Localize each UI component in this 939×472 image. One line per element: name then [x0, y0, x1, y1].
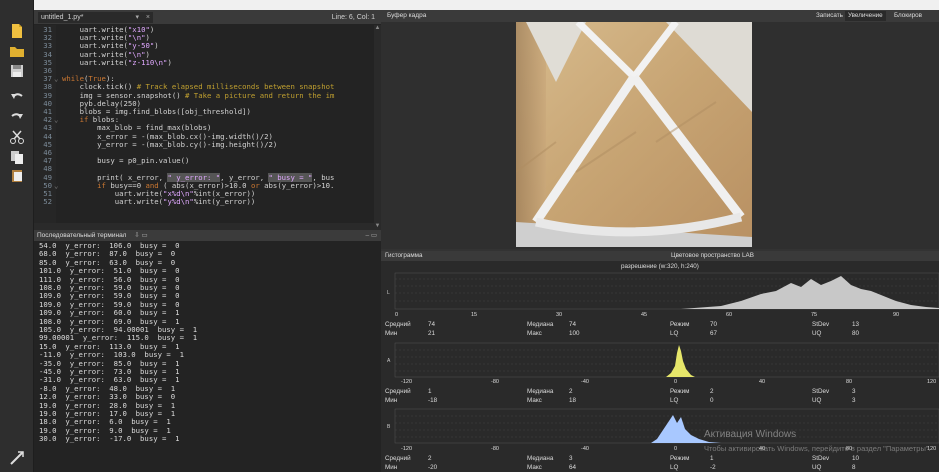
editor-tabbar: untitled_1.py* ▾ × Line: 6, Col: 1 [34, 10, 381, 24]
title-strip [0, 0, 939, 10]
l-channel-histogram: L 0 15 30 45 60 75 90 [387, 272, 939, 318]
l-tick: 60 [726, 312, 732, 318]
file-tab[interactable]: untitled_1.py* ▾ × [38, 12, 153, 23]
code-line[interactable]: 52 uart.write("y%d\n"%int(y_error)) [34, 197, 374, 207]
code-line[interactable]: 45 y_error = -(max_blob.cy()-img.height(… [34, 139, 374, 149]
fold-marker-icon[interactable]: ⌄ [54, 181, 62, 190]
ab-tick: 40 [759, 379, 765, 385]
file-tab-label: untitled_1.py* [41, 14, 84, 21]
code-editor[interactable]: untitled_1.py* ▾ × Line: 6, Col: 1 31 ua… [34, 10, 381, 230]
undo-icon[interactable] [8, 88, 26, 106]
tab-dropdown-icon[interactable]: ▾ [135, 12, 139, 23]
colorspace-select[interactable]: Цветовое пространство LAB [671, 251, 754, 261]
terminal-actions-icon[interactable]: ⇩ ▭ [134, 232, 147, 239]
serial-terminal[interactable]: 54.0 y_error: 106.0 busy = 0 68.0 y_error… [34, 241, 381, 472]
fold-marker-icon[interactable]: ⌄ [54, 115, 62, 124]
code-line[interactable]: 35 uart.write("z-110\n") [34, 57, 374, 67]
code-token: ) [167, 57, 172, 67]
scroll-down-icon[interactable]: ▼ [374, 223, 381, 230]
code-token: busy = p0_pin.value() [62, 156, 190, 166]
l-tick: 90 [893, 312, 899, 318]
b-stats-row-1: Средний 2 Медиана 3 Режим 1 StDev 10 [385, 455, 860, 462]
left-toolbar [0, 0, 34, 472]
tab-close-icon[interactable]: × [146, 12, 150, 23]
activation-watermark-text: Чтобы активировать Windows, перейдите в … [704, 444, 931, 453]
ab-tick: -80 [491, 446, 499, 452]
ab-tick: -80 [491, 379, 499, 385]
l-stats-row-1: Средний 74 Медиана 74 Режим 70 StDev 13 [385, 321, 860, 328]
connect-icon[interactable] [8, 449, 26, 467]
l-stats-row-2: Мин 21 Макс 100 LQ 67 UQ 80 [385, 330, 860, 337]
svg-text:L: L [387, 290, 390, 296]
terminal-header: Последовательный терминал ⇩ ▭ – ▭ [34, 230, 381, 241]
open-folder-icon[interactable] [8, 42, 26, 60]
copy-icon[interactable] [8, 148, 26, 166]
framebuffer-title: Буфер кадра [387, 12, 427, 19]
l-tick: 75 [811, 312, 817, 318]
cut-icon[interactable] [8, 128, 26, 146]
camera-frame-image [516, 22, 752, 247]
a-stats-row-1: Средний 1 Медиана 2 Режим 2 StDev 3 [385, 388, 856, 395]
ab-tick: 120 [927, 379, 936, 385]
ab-tick: -40 [581, 446, 589, 452]
terminal-window-controls-icon[interactable]: – ▭ [365, 230, 377, 241]
code-token: %int(y_error)) [193, 197, 256, 207]
new-file-icon[interactable] [8, 22, 26, 40]
code-token: # Take a picture and return the im [185, 90, 335, 100]
l-tick: 30 [556, 312, 562, 318]
activation-watermark-title: Активация Windows [704, 429, 797, 440]
code-token: ) [149, 25, 155, 34]
code-token: abs(y_error)>10. [259, 180, 335, 190]
ab-tick: -120 [401, 446, 412, 452]
code-token: "z-110\n" [127, 57, 168, 67]
framebuffer-header: Буфер кадра Записать Увеличение Блокиров [381, 10, 939, 22]
svg-text:B: B [387, 424, 391, 430]
a-channel-histogram: A -120 -80 -40 0 40 80 120 [387, 342, 939, 385]
code-area[interactable]: 31 uart.write("x10") 32 uart.write("\n") 3… [34, 25, 374, 230]
editor-horizontal-scrollbar[interactable] [34, 223, 374, 230]
histogram-panel: разрешение (w:320, h:240) L 0 15 30 45 6… [381, 261, 939, 472]
lock-button[interactable]: Блокиров [891, 11, 925, 21]
ab-tick: 80 [846, 379, 852, 385]
l-tick: 0 [395, 312, 398, 318]
ab-tick: -120 [401, 379, 412, 385]
save-icon[interactable] [8, 62, 26, 80]
b-stats-row-2: Мин -20 Макс 64 LQ -2 UQ 8 [385, 464, 856, 471]
ab-tick: 0 [674, 446, 677, 452]
cursor-position: Line: 6, Col: 1 [331, 14, 375, 21]
a-stats-row-2: Мин -18 Макс 18 LQ 0 UQ 3 [385, 397, 856, 404]
code-token: "y%d\n" [163, 197, 194, 207]
redo-icon[interactable] [8, 108, 26, 126]
framebuffer-view [381, 22, 939, 249]
paste-icon[interactable] [8, 166, 26, 184]
code-token: uart.write( [62, 197, 164, 207]
code-token: ) [154, 41, 159, 51]
l-tick: 15 [471, 312, 477, 318]
terminal-title: Последовательный терминал [37, 232, 127, 239]
ab-tick: 0 [674, 379, 677, 385]
code-token: uart.write( [62, 57, 128, 67]
code-line[interactable]: 47 busy = p0_pin.value() [34, 156, 374, 166]
line-number: 52 [43, 197, 52, 207]
l-tick: 45 [641, 312, 647, 318]
histogram-header: Гистограмма Цветовое пространство LAB [381, 251, 939, 261]
record-button[interactable]: Записать [813, 11, 846, 21]
svg-text:A: A [387, 358, 391, 364]
code-token: y_error = -(max_blob.cy()-img.height()/2… [62, 139, 278, 149]
fold-marker-icon[interactable]: ⌄ [54, 74, 62, 83]
openmv-ide-window: untitled_1.py* ▾ × Line: 6, Col: 1 31 ua… [0, 0, 939, 472]
zoom-button[interactable]: Увеличение [845, 11, 886, 21]
ab-tick: -40 [581, 379, 589, 385]
histogram-title: Гистограмма [385, 252, 423, 259]
editor-vertical-scrollbar[interactable]: ▲ ▼ [374, 25, 381, 230]
scroll-up-icon[interactable]: ▲ [374, 25, 381, 32]
histogram-charts: L 0 15 30 45 60 75 90 A -120 -80 -40 0 4… [387, 272, 939, 452]
terminal-line: 30.0 y_error: -17.0 busy = 1 [39, 434, 180, 444]
